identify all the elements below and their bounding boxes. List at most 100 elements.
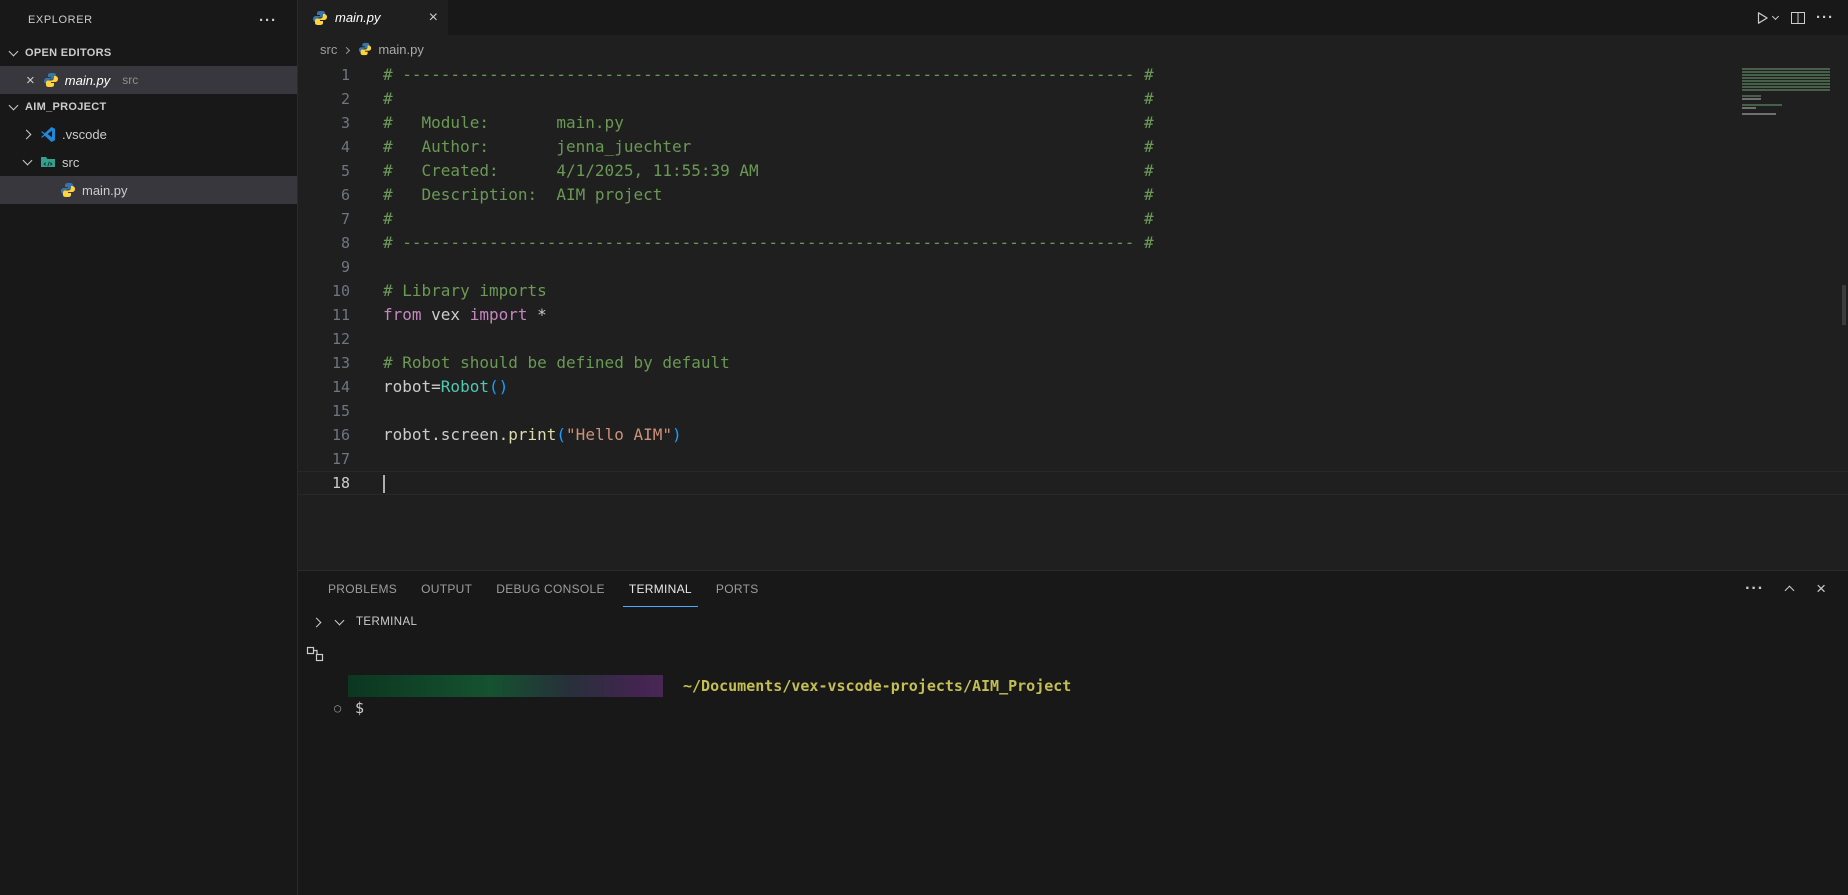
tree-item-vscode-folder[interactable]: .vscode <box>0 120 297 148</box>
tree-item-src-folder[interactable]: src <box>0 148 297 176</box>
tree-item-label: src <box>62 155 79 170</box>
minimap-line <box>1742 68 1830 70</box>
minimap-line <box>1742 98 1761 100</box>
open-editor-file-folder: src <box>122 73 138 87</box>
panel-maximize-icon[interactable] <box>1784 583 1796 595</box>
line-number: 7 <box>298 207 350 231</box>
line-number: 1 <box>298 63 350 87</box>
line-text: # Author: jenna_juechter # <box>383 135 1154 159</box>
code-line-15[interactable]: 15 <box>298 399 1848 423</box>
code-line-7[interactable]: 7 # # <box>298 207 1848 231</box>
code-line-14[interactable]: 14 robot=Robot() <box>298 375 1848 399</box>
line-text: robot=Robot() <box>383 375 508 399</box>
panel-tab-bar: PROBLEMS OUTPUT DEBUG CONSOLE TERMINAL P… <box>298 571 1848 607</box>
tree-item-label: .vscode <box>62 127 107 142</box>
code-line-16[interactable]: 16robot.screen.print("Hello AIM") <box>298 423 1848 447</box>
minimap-line <box>1742 107 1756 109</box>
line-text <box>383 471 385 495</box>
code-line-18[interactable]: 18 <box>298 471 1848 495</box>
code-line-13[interactable]: 13 # Robot should be defined by default <box>298 351 1848 375</box>
line-number: 13 <box>298 351 350 375</box>
editor-tab-bar: main.py × ··· <box>298 0 1848 35</box>
src-folder-icon <box>40 154 56 170</box>
command-decoration-icon[interactable]: ○ <box>334 701 341 715</box>
code-line-4[interactable]: 4# Author: jenna_juechter # <box>298 135 1848 159</box>
panel-close-icon[interactable]: × <box>1816 579 1826 599</box>
panel-more-icon[interactable]: ··· <box>1745 580 1764 598</box>
terminal-line-cwd: ~/Documents/vex-vscode-projects/AIM_Proj… <box>348 675 1848 697</box>
tab-ports[interactable]: PORTS <box>710 571 765 607</box>
tab-output[interactable]: OUTPUT <box>415 571 478 607</box>
minimap-line <box>1742 74 1830 76</box>
code-line-10[interactable]: 10# Library imports <box>298 279 1848 303</box>
line-text: # Module: main.py # <box>383 111 1154 135</box>
line-text: # Created: 4/1/2025, 11:55:39 AM # <box>383 159 1154 183</box>
line-number: 2 <box>298 87 350 111</box>
minimap-line <box>1742 89 1830 91</box>
chevron-right-icon <box>343 45 352 54</box>
breadcrumb-folder[interactable]: src <box>320 42 337 57</box>
line-number: 3 <box>298 111 350 135</box>
code-line-12[interactable]: 12 <box>298 327 1848 351</box>
tab-debug-console[interactable]: DEBUG CONSOLE <box>490 571 611 607</box>
line-number: 14 <box>298 375 350 399</box>
breadcrumb-file[interactable]: main.py <box>378 42 424 57</box>
editor-more-icon[interactable]: ··· <box>1816 9 1834 26</box>
project-label: AIM_PROJECT <box>25 101 107 113</box>
line-text: # --------------------------------------… <box>383 63 1154 87</box>
panel-actions: ··· × <box>1745 579 1848 599</box>
tab-problems[interactable]: PROBLEMS <box>322 571 403 607</box>
line-number: 11 <box>298 303 350 327</box>
editor-scrollbar[interactable] <box>1842 285 1846 325</box>
open-editors-header[interactable]: OPEN EDITORS <box>0 40 297 66</box>
terminal[interactable]: ~/Documents/vex-vscode-projects/AIM_Proj… <box>298 637 1848 895</box>
explorer-more-icon[interactable]: ··· <box>259 12 277 29</box>
minimap[interactable] <box>1742 68 1838 122</box>
line-number: 5 <box>298 159 350 183</box>
code-line-2[interactable]: 2 # # <box>298 87 1848 111</box>
line-text: # # <box>383 207 1154 231</box>
split-editor-icon[interactable] <box>1790 10 1806 26</box>
open-editor-file-name: main.py <box>65 73 111 88</box>
code-line-5[interactable]: 5 # Created: 4/1/2025, 11:55:39 AM # <box>298 159 1848 183</box>
chevron-down-icon <box>8 47 20 59</box>
line-number: 16 <box>298 423 350 447</box>
minimap-line <box>1742 83 1830 85</box>
terminal-line-prompt[interactable]: ○ $ <box>348 697 1848 719</box>
code-line-9[interactable]: 9 <box>298 255 1848 279</box>
tab-terminal[interactable]: TERMINAL <box>623 571 698 607</box>
vscode-window: EXPLORER ··· OPEN EDITORS × main.py src … <box>0 0 1848 895</box>
terminal-profile-icon[interactable] <box>306 645 324 667</box>
code-line-3[interactable]: 3 # Module: main.py # <box>298 111 1848 135</box>
code-line-1[interactable]: 1 # -------------------------------------… <box>298 63 1848 87</box>
code-line-17[interactable]: 17 <box>298 447 1848 471</box>
project-section-header[interactable]: AIM_PROJECT <box>0 94 297 120</box>
line-text: # # <box>383 87 1154 111</box>
code-line-8[interactable]: 8# -------------------------------------… <box>298 231 1848 255</box>
editor-group: main.py × ··· src main.py <box>298 0 1848 895</box>
chevron-right-icon <box>22 128 34 140</box>
open-editor-item-mainpy[interactable]: × main.py src <box>0 66 297 94</box>
close-icon[interactable]: × <box>26 73 35 88</box>
chevron-right-icon[interactable] <box>312 616 324 628</box>
chevron-down-icon <box>22 156 34 168</box>
minimap-line <box>1742 71 1830 73</box>
tab-close-icon[interactable]: × <box>429 10 438 26</box>
code-line-6[interactable]: 6# Description: AIM project # <box>298 183 1848 207</box>
chevron-down-icon <box>334 616 346 628</box>
line-number: 15 <box>298 399 350 423</box>
explorer-header: EXPLORER ··· <box>0 0 297 40</box>
code-line-11[interactable]: 11from vex import * <box>298 303 1848 327</box>
terminal-output: ~/Documents/vex-vscode-projects/AIM_Proj… <box>348 675 1848 719</box>
minimap-line <box>1742 104 1782 106</box>
open-editors-label: OPEN EDITORS <box>25 47 112 59</box>
terminal-section-header[interactable]: TERMINAL <box>298 607 1848 637</box>
tree-item-mainpy[interactable]: main.py <box>0 176 297 204</box>
run-button[interactable] <box>1754 10 1780 26</box>
text-cursor <box>383 475 385 493</box>
line-text: # Robot should be defined by default <box>383 351 730 375</box>
line-text: # --------------------------------------… <box>383 231 1154 255</box>
bottom-panel: PROBLEMS OUTPUT DEBUG CONSOLE TERMINAL P… <box>298 570 1848 895</box>
tab-mainpy[interactable]: main.py × <box>298 0 448 35</box>
code-editor[interactable]: 1 # -------------------------------------… <box>298 63 1848 570</box>
